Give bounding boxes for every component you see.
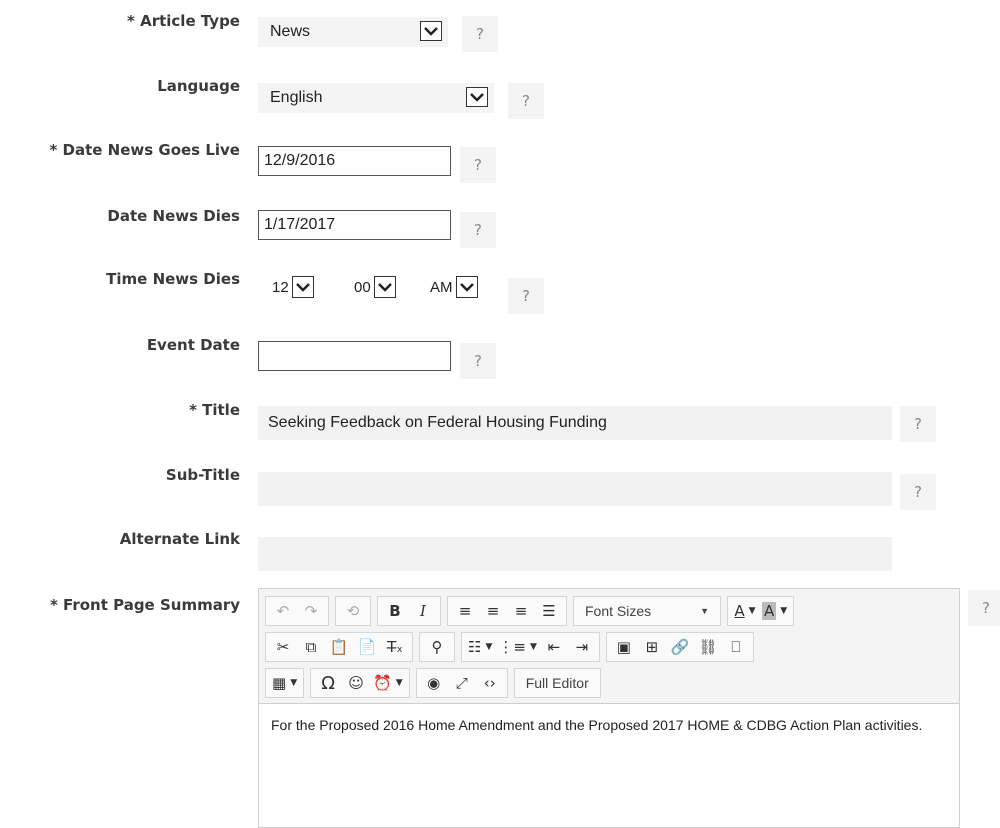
toolbar-row-2: ✂ ⧉ 📋 📄 T̶ₓ ⚲ ☷ ▼ ⋮≡ ▼ ⇤ ⇥ ▣ ⊞ 🔗 ⛓ ⎕: [265, 629, 953, 665]
font-sizes-dropdown[interactable]: Font Sizes ▼: [577, 598, 717, 624]
paste-from-word-icon[interactable]: 📄: [353, 634, 381, 660]
language-label: Language: [157, 77, 240, 95]
align-center-icon[interactable]: ≡: [479, 598, 507, 624]
link-icon[interactable]: 🔗: [666, 634, 694, 660]
date-dies-label: Date News Dies: [107, 207, 240, 225]
time-dies-label: Time News Dies: [106, 270, 240, 288]
date-live-label: * Date News Goes Live: [49, 141, 240, 159]
caret-down-icon: ▼: [700, 606, 709, 616]
redo-icon[interactable]: ↷: [297, 598, 325, 624]
background-color-button[interactable]: A ▼: [759, 598, 790, 624]
chevron-down-icon[interactable]: [291, 276, 314, 298]
language-select[interactable]: English: [258, 83, 494, 113]
emoticon-icon[interactable]: ☺: [342, 670, 370, 696]
align-right-icon[interactable]: ≡: [507, 598, 535, 624]
cut-icon[interactable]: ✂: [269, 634, 297, 660]
align-left-icon[interactable]: ≡: [451, 598, 479, 624]
help-icon[interactable]: ?: [968, 590, 1000, 626]
justify-icon[interactable]: ☰: [535, 598, 563, 624]
help-icon[interactable]: ?: [462, 16, 498, 52]
indent-icon[interactable]: ⇥: [568, 634, 596, 660]
bullet-list-button[interactable]: ☷ ▼: [465, 634, 495, 660]
help-icon[interactable]: ?: [460, 212, 496, 248]
editor-toolbar: ↶ ↷ ⟲ B I ≡ ≡ ≡ ☰ Font Sizes ▼ A ▼ A ▼ ✂…: [259, 589, 959, 704]
numbered-list-button[interactable]: ⋮≡ ▼: [495, 634, 540, 660]
chevron-down-icon[interactable]: [455, 276, 478, 298]
caret-down-icon: ▼: [780, 606, 788, 616]
outdent-icon[interactable]: ⇤: [540, 634, 568, 660]
help-icon[interactable]: ?: [460, 147, 496, 183]
toolbar-row-1: ↶ ↷ ⟲ B I ≡ ≡ ≡ ☰ Font Sizes ▼ A ▼ A ▼: [265, 593, 953, 629]
find-replace-icon[interactable]: ⚲: [423, 634, 451, 660]
caret-down-icon: ▼: [485, 642, 493, 652]
date-dies-input[interactable]: 1/17/2017: [258, 210, 451, 240]
chevron-down-icon[interactable]: [373, 276, 396, 298]
unlink-icon[interactable]: ⛓: [694, 634, 722, 660]
ampm-value: AM: [430, 278, 453, 296]
language-value: English: [270, 89, 323, 106]
insert-media-icon[interactable]: ⊞: [638, 634, 666, 660]
minute-select[interactable]: 00: [354, 272, 396, 302]
font-sizes-label: Font Sizes: [585, 603, 652, 619]
background-color-icon: A: [762, 602, 777, 620]
hour-value: 12: [272, 278, 289, 296]
article-type-label: * Article Type: [127, 12, 240, 30]
italic-icon[interactable]: I: [409, 598, 437, 624]
preview-icon[interactable]: ◉: [420, 670, 448, 696]
help-icon[interactable]: ?: [508, 278, 544, 314]
text-color-button[interactable]: A ▼: [731, 598, 759, 624]
summary-label: * Front Page Summary: [49, 596, 240, 614]
text-color-icon: A: [734, 602, 745, 620]
title-label: * Title: [189, 401, 240, 419]
copy-icon[interactable]: ⧉: [297, 634, 325, 660]
toolbar-row-3: ▦ ▼ Ω ☺ ⏰ ▼ ◉ ⤢ ‹› Full Editor: [265, 665, 953, 701]
table-icon: ▦: [272, 674, 287, 692]
caret-down-icon: ▼: [290, 678, 298, 688]
help-icon[interactable]: ?: [508, 83, 544, 119]
article-type-value: News: [270, 23, 311, 40]
insert-datetime-button[interactable]: ⏰ ▼: [370, 670, 406, 696]
fullscreen-icon[interactable]: ⤢: [448, 670, 476, 696]
ampm-select[interactable]: AM: [430, 272, 478, 302]
insert-image-icon[interactable]: ▣: [610, 634, 638, 660]
restore-draft-icon[interactable]: ⟲: [339, 598, 367, 624]
caret-down-icon: ▼: [748, 606, 756, 616]
hour-select[interactable]: 12: [272, 272, 314, 302]
full-editor-button[interactable]: Full Editor: [518, 670, 597, 696]
numbered-list-icon: ⋮≡: [498, 638, 526, 656]
title-input[interactable]: Seeking Feedback on Federal Housing Fund…: [258, 406, 892, 440]
caret-down-icon: ▼: [395, 678, 403, 688]
paste-icon[interactable]: 📋: [325, 634, 353, 660]
subtitle-input[interactable]: [258, 472, 892, 506]
alt-link-label: Alternate Link: [119, 530, 240, 548]
subtitle-label: Sub-Title: [165, 466, 240, 484]
help-icon[interactable]: ?: [900, 474, 936, 510]
chevron-down-icon[interactable]: [420, 21, 442, 41]
caret-down-icon: ▼: [529, 642, 537, 652]
minute-value: 00: [354, 278, 371, 296]
chevron-down-icon[interactable]: [466, 87, 488, 107]
table-button[interactable]: ▦ ▼: [269, 670, 300, 696]
date-live-input[interactable]: 12/9/2016: [258, 146, 451, 176]
alt-link-input[interactable]: [258, 537, 892, 571]
help-icon[interactable]: ?: [460, 343, 496, 379]
clear-formatting-icon[interactable]: T̶ₓ: [381, 634, 409, 660]
undo-icon[interactable]: ↶: [269, 598, 297, 624]
bold-icon[interactable]: B: [381, 598, 409, 624]
source-code-icon[interactable]: ‹›: [476, 670, 504, 696]
event-date-label: Event Date: [146, 336, 240, 354]
bookmark-icon[interactable]: ⎕: [722, 634, 750, 660]
summary-editor[interactable]: ↶ ↷ ⟲ B I ≡ ≡ ≡ ☰ Font Sizes ▼ A ▼ A ▼ ✂…: [258, 588, 960, 828]
help-icon[interactable]: ?: [900, 406, 936, 442]
clock-icon: ⏰: [373, 674, 392, 692]
special-character-icon[interactable]: Ω: [314, 670, 342, 696]
bullet-list-icon: ☷: [468, 638, 482, 656]
article-type-select[interactable]: News: [258, 17, 448, 47]
editor-content[interactable]: For the Proposed 2016 Home Amendment and…: [259, 704, 959, 747]
event-date-input[interactable]: [258, 341, 451, 371]
